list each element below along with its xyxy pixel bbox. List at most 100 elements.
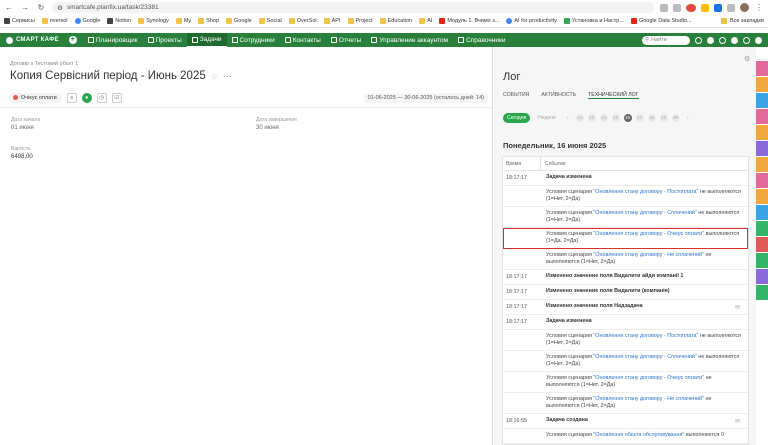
cost-field[interactable]: Вартість 6498,00 (11, 146, 33, 160)
timer-icon[interactable]: ● (81, 92, 92, 103)
search-input[interactable]: ⚲ Найти (642, 35, 690, 45)
day-button[interactable]: 19 (659, 114, 668, 122)
profile-avatar[interactable] (740, 3, 749, 12)
bookmark[interactable]: OverSol (288, 18, 317, 24)
rail-app-icon[interactable] (756, 93, 768, 108)
site-info-icon[interactable]: ⚙ (57, 4, 63, 12)
day-button[interactable]: 20 (671, 114, 680, 122)
bookmark[interactable]: Synology (138, 18, 169, 24)
today-button[interactable]: Сегодня (503, 113, 531, 123)
status-badge[interactable]: Очікує оплати (8, 92, 62, 103)
rail-app-icon[interactable] (756, 253, 768, 268)
forward-icon[interactable]: → (20, 3, 30, 13)
week-button[interactable]: Неделя (534, 113, 559, 123)
scenario-link[interactable]: "Оновлення стану договору - Постоплата" (593, 189, 698, 195)
scenario-link[interactable]: "Оновлення стану договору - Очікує оплат… (593, 375, 704, 381)
bookmark[interactable]: Project (347, 18, 373, 24)
rail-app-icon[interactable] (756, 189, 768, 204)
rail-app-icon[interactable] (756, 141, 768, 156)
attachment-icon[interactable]: ✉ (735, 304, 740, 311)
bookmark[interactable]: Google (74, 18, 100, 24)
rail-app-icon[interactable] (756, 237, 768, 252)
user-avatar[interactable] (755, 36, 762, 44)
clock-icon[interactable]: ◷ (96, 92, 107, 103)
day-button[interactable]: 12 (575, 114, 584, 122)
bookmark[interactable]: API (323, 18, 341, 24)
bookmark[interactable]: AI (419, 18, 432, 24)
notifications-icon[interactable] (707, 36, 714, 44)
nav-employees[interactable]: Сотрудники (227, 33, 280, 47)
bookmark[interactable]: oversol (41, 18, 68, 24)
add-button[interactable]: + (68, 36, 77, 44)
nav-projects[interactable]: Проекты (143, 33, 187, 47)
extension-icon[interactable] (701, 3, 709, 12)
puzzle-icon[interactable] (727, 3, 735, 12)
scenario-link[interactable]: "Оновлення стану договору - Постоплата" (593, 333, 698, 339)
back-icon[interactable]: ← (4, 3, 14, 13)
all-bookmarks[interactable]: Все закладки (720, 18, 764, 24)
start-date-field[interactable]: Дата начала 01 июня (11, 117, 40, 131)
scenario-link[interactable]: "Оновлення стану договору - Не сплачений… (593, 252, 704, 258)
rail-app-icon[interactable] (756, 285, 768, 300)
prev-icon[interactable]: ‹ (564, 114, 572, 122)
rail-app-icon[interactable] (756, 269, 768, 284)
list-icon[interactable]: ≡ (66, 92, 77, 103)
app-logo[interactable]: СМАРТ КАФЕ (6, 36, 59, 44)
star-icon[interactable] (673, 3, 681, 12)
tab-tech-log[interactable]: ТЕХНИЧЕСКИЙ ЛОГ (588, 92, 639, 99)
bookmark[interactable]: Education (379, 18, 412, 24)
nav-account[interactable]: Управление аккаунтом (366, 33, 453, 47)
nav-directories[interactable]: Справочники (453, 33, 510, 47)
settings-icon[interactable]: ⚙ (744, 55, 750, 63)
rail-app-icon[interactable] (756, 61, 768, 76)
next-icon[interactable]: › (684, 114, 692, 122)
task-period[interactable]: 01-06-2025 — 30-06-2025 (осталось дней: … (363, 92, 488, 103)
scenario-link[interactable]: "Оновлення стану договору - Сплачений" (593, 354, 696, 360)
settings-icon[interactable] (731, 36, 738, 44)
tab-activity[interactable]: АКТИВНОСТЬ (541, 92, 576, 99)
bookmark[interactable]: Shop (198, 18, 219, 24)
help-icon[interactable] (719, 36, 726, 44)
checklist-icon[interactable]: ☑ (111, 92, 122, 103)
bookmark[interactable]: Сервисы (4, 18, 35, 24)
rail-app-icon[interactable] (756, 205, 768, 220)
bookmark[interactable]: Social (258, 18, 282, 24)
day-button[interactable]: 14 (599, 114, 608, 122)
apps-icon[interactable] (743, 36, 750, 44)
bookmark[interactable]: Google Data Studio... (630, 18, 692, 24)
day-button[interactable]: 15 (611, 114, 620, 122)
day-button[interactable]: 18 (647, 114, 656, 122)
breadcrumb[interactable]: Договір з Тестовий обєкт 1 (10, 61, 482, 67)
collapse-icon[interactable] (756, 48, 768, 60)
extension-icon-2[interactable] (714, 3, 722, 12)
nav-tasks[interactable]: Задачи (186, 33, 227, 47)
day-button[interactable]: 17 (635, 114, 644, 122)
address-bar[interactable]: ⚙ smartcafe.planfix.ua/task/23381 (52, 2, 654, 13)
bookmark[interactable]: Google (226, 18, 252, 24)
menu-icon[interactable]: ⋮ (754, 3, 764, 13)
day-button[interactable]: 13 (587, 114, 596, 122)
bookmark[interactable]: Установка и Настр... (563, 18, 624, 24)
bookmark[interactable]: AI for productivity (506, 18, 557, 24)
scenario-link[interactable]: "Оновлення обєкта обслуговування" (593, 432, 684, 438)
rail-app-icon[interactable] (756, 77, 768, 92)
bookmark[interactable]: Модуль 1. Вчимо з... (439, 18, 499, 24)
scenario-link[interactable]: "Оновлення стану договору - Сплачений" (593, 210, 696, 216)
rail-app-icon[interactable] (756, 125, 768, 140)
day-button-active[interactable]: 16 (623, 114, 632, 122)
nav-reports[interactable]: Отчеты (326, 33, 366, 47)
extension-badge-icon[interactable] (686, 3, 696, 12)
fullscreen-icon[interactable] (695, 36, 702, 44)
reload-icon[interactable]: ↻ (36, 3, 46, 13)
end-date-field[interactable]: Дата завершения 30 июня (256, 117, 297, 131)
bookmark[interactable]: My (175, 18, 191, 24)
bookmark[interactable]: Notion (107, 18, 131, 24)
nav-contacts[interactable]: Контакты (280, 33, 326, 47)
rail-app-icon[interactable] (756, 109, 768, 124)
scenario-link[interactable]: "Оновлення стану договору - Очікує оплат… (593, 231, 704, 237)
cast-icon[interactable] (660, 3, 668, 12)
rail-app-icon[interactable] (756, 157, 768, 172)
scenario-link[interactable]: "Оновлення стану договору - Не сплачений… (593, 396, 704, 402)
rail-app-icon[interactable] (756, 221, 768, 236)
tab-events[interactable]: СОБЫТИЯ (503, 92, 529, 99)
